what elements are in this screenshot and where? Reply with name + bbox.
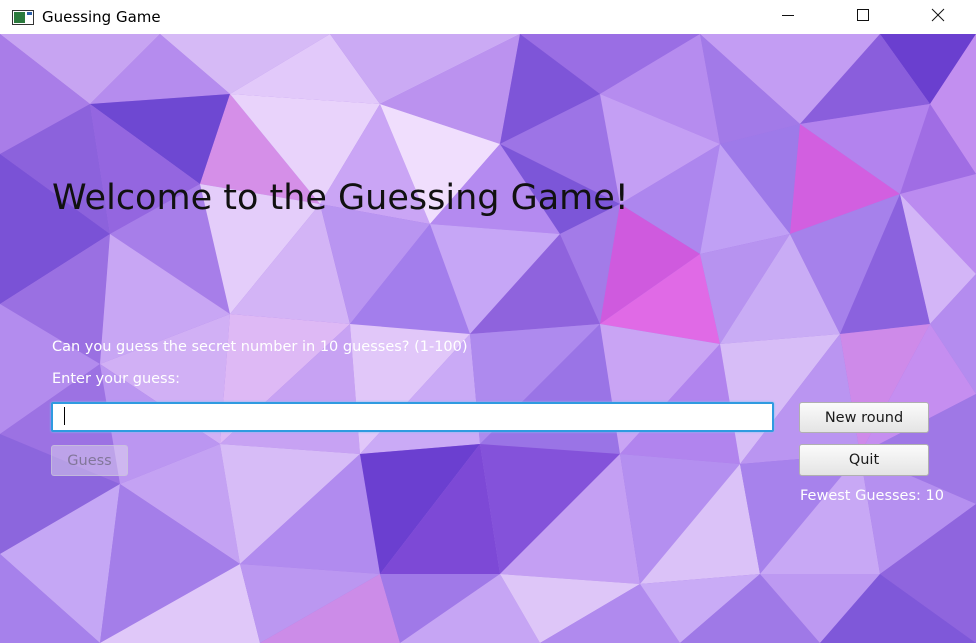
minimize-icon	[780, 7, 796, 27]
quit-button[interactable]: Quit	[799, 444, 929, 476]
window-title: Guessing Game	[42, 8, 161, 26]
game-panel: Welcome to the Guessing Game! Can you gu…	[0, 34, 976, 643]
maximize-icon	[855, 7, 871, 27]
question-label: Can you guess the secret number in 10 gu…	[52, 339, 468, 355]
new-round-button[interactable]: New round	[799, 402, 929, 433]
guess-button[interactable]: Guess	[51, 445, 128, 476]
fewest-guesses-label: Fewest Guesses: 10	[800, 488, 944, 504]
app-window: Guessing Game Welcome to the Guessing Ga…	[0, 0, 976, 643]
close-icon	[930, 7, 946, 27]
guess-input[interactable]	[51, 402, 774, 432]
minimize-button[interactable]	[765, 0, 811, 34]
welcome-heading: Welcome to the Guessing Game!	[52, 178, 629, 218]
enter-guess-label: Enter your guess:	[52, 371, 181, 387]
title-bar[interactable]: Guessing Game	[0, 0, 976, 34]
maximize-button[interactable]	[840, 0, 886, 34]
app-icon	[12, 10, 34, 25]
text-caret	[64, 407, 65, 425]
close-button[interactable]	[915, 0, 961, 34]
